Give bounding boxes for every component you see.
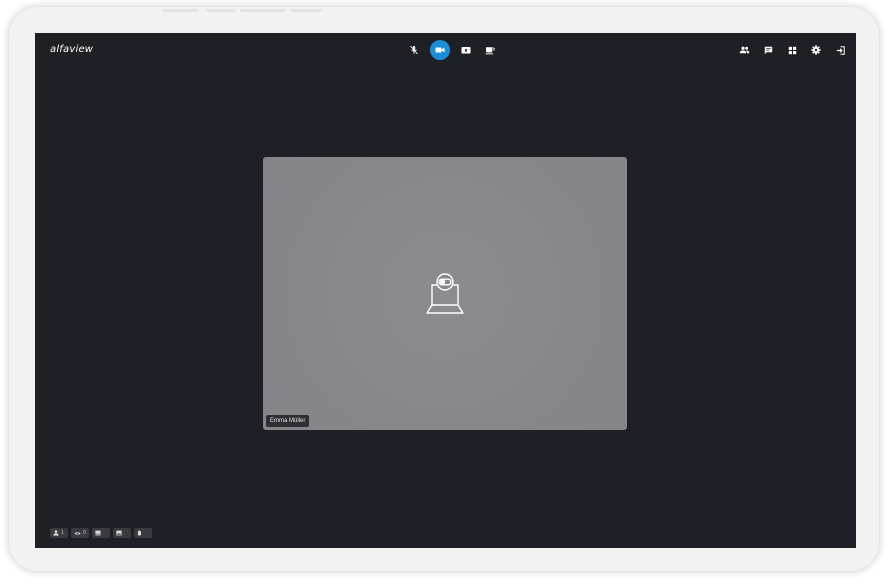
chat-button[interactable] [760, 42, 776, 58]
whiteboard-chip[interactable] [92, 528, 110, 538]
image-share-chip[interactable] [113, 528, 131, 538]
camera-button[interactable] [430, 40, 450, 60]
camera-off-laptop-icon [425, 273, 465, 315]
layout-button[interactable] [784, 42, 800, 58]
device-button [290, 9, 322, 12]
hand-icon [137, 530, 142, 536]
camera-icon [435, 46, 445, 54]
chat-icon [764, 46, 773, 55]
app-logo: alfaview [50, 44, 94, 55]
screen-share-button[interactable] [458, 42, 474, 58]
person-icon [53, 530, 59, 536]
room-controls [736, 42, 848, 58]
mute-microphone-button[interactable] [406, 42, 422, 58]
participants-icon [739, 46, 750, 54]
whiteboard-icon [95, 530, 101, 536]
hand-raise-chip[interactable] [134, 528, 152, 538]
participants-button[interactable] [736, 42, 752, 58]
settings-button[interactable] [808, 42, 824, 58]
coffee-break-button[interactable] [482, 42, 498, 58]
status-bar: 1 0 [50, 528, 152, 538]
viewers-count-chip[interactable]: 0 [71, 528, 89, 538]
media-controls [406, 40, 498, 60]
participants-count-chip[interactable]: 1 [50, 528, 68, 538]
eye-icon [74, 531, 81, 536]
device-button [240, 9, 286, 12]
participants-count: 1 [61, 530, 64, 536]
leave-room-button[interactable] [832, 42, 848, 58]
mic-off-icon [409, 45, 419, 55]
participant-video-tile[interactable]: Emma Müller [263, 157, 627, 430]
image-icon [116, 530, 122, 536]
layout-grid-icon [788, 46, 797, 55]
app-screen: alfaview Emma Müller 1 0 [35, 33, 856, 548]
device-button [206, 9, 236, 12]
exit-icon [836, 45, 845, 55]
screen-share-icon [461, 46, 471, 55]
settings-icon [811, 45, 821, 55]
viewers-count: 0 [83, 530, 86, 536]
participant-name-tag: Emma Müller [266, 415, 310, 427]
coffee-break-icon [485, 46, 495, 55]
device-button [163, 9, 199, 12]
